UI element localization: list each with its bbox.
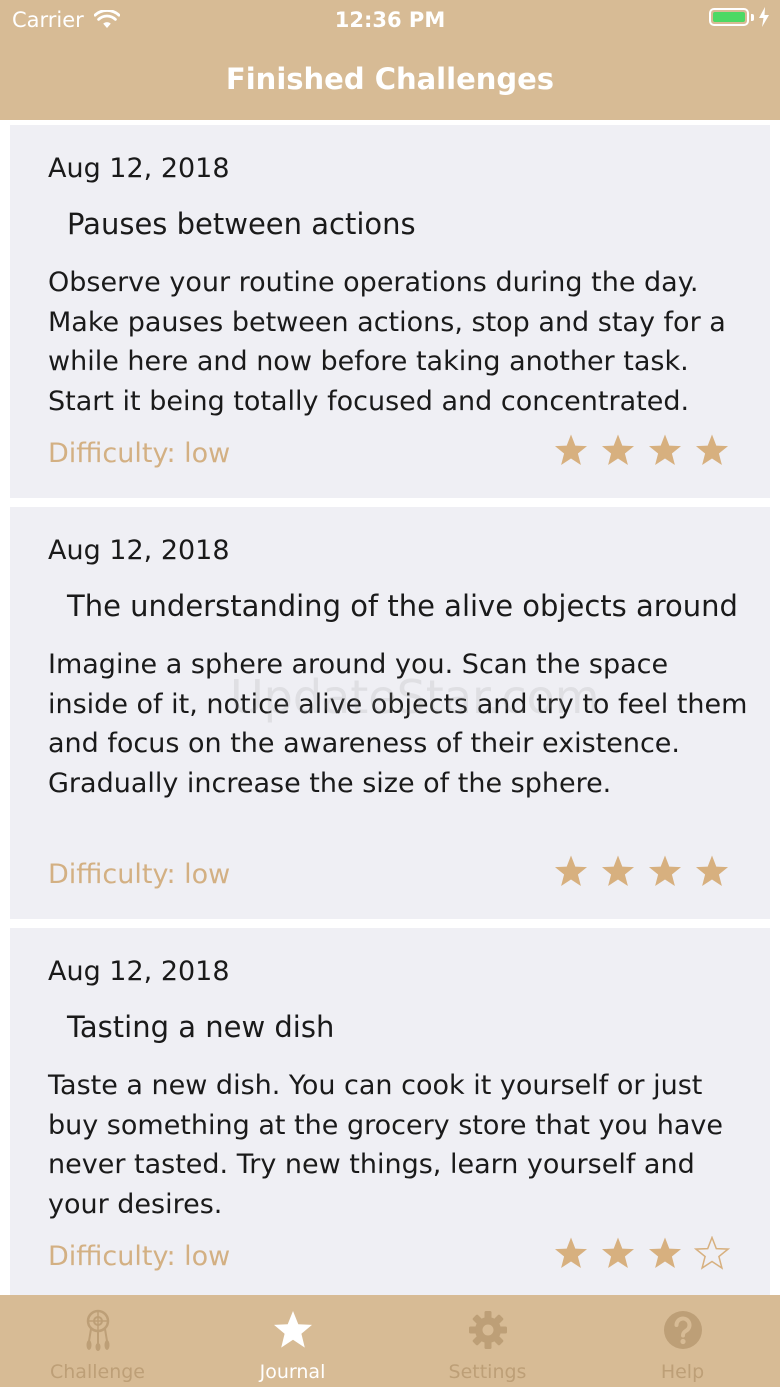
challenge-description: Imagine a sphere around you. Scan the sp… [48, 649, 748, 799]
star-filled-icon [602, 1237, 634, 1268]
page-title: Finished Challenges [225, 62, 555, 96]
star-filled-icon [602, 855, 634, 886]
tab-settings[interactable]: Settings [390, 1295, 585, 1387]
charging-bolt-icon [759, 7, 769, 27]
challenge-difficulty: Difficulty: low [48, 859, 231, 890]
tab-label: Settings [448, 1361, 527, 1383]
challenge-rating [542, 854, 730, 890]
star-filled-icon [602, 434, 634, 465]
challenge-description: Taste a new dish. You can cook it yourse… [48, 1070, 723, 1220]
challenge-card[interactable]: Aug 12, 2018 Pauses between actions Obse… [10, 125, 770, 498]
challenge-title: The understanding of the alive objects a… [67, 589, 738, 623]
help-icon [664, 1311, 702, 1349]
tab-label: Challenge [50, 1361, 145, 1383]
challenge-date: Aug 12, 2018 [48, 956, 230, 987]
challenge-date: Aug 12, 2018 [48, 153, 230, 184]
challenge-title: Tasting a new dish [67, 1010, 335, 1044]
battery-icon [709, 8, 749, 26]
battery-indicator [709, 7, 770, 27]
status-bar: Carrier 12:36 PM [0, 0, 780, 40]
tab-journal[interactable]: Journal [195, 1295, 390, 1387]
star-filled-icon [649, 1237, 681, 1268]
tab-label: Help [660, 1361, 705, 1383]
star-filled-icon [555, 434, 587, 465]
tab-label: Journal [259, 1361, 326, 1383]
battery-fill [713, 12, 745, 22]
challenge-date: Aug 12, 2018 [48, 535, 230, 566]
header: Carrier 12:36 PM Finished Challenges [0, 0, 780, 120]
tab-bar: Challenge Journal Settings Help [0, 1295, 780, 1387]
star-filled-icon [555, 1237, 587, 1268]
star-filled-icon [696, 434, 728, 465]
star-filled-icon [555, 855, 587, 886]
challenge-title: Pauses between actions [67, 207, 416, 241]
star-icon [274, 1311, 312, 1348]
challenge-description: Observe your routine operations during t… [48, 267, 726, 417]
challenge-rating [542, 1236, 730, 1272]
challenge-card[interactable]: Aug 12, 2018 Tasting a new dish Taste a … [10, 928, 770, 1295]
star-filled-icon [696, 855, 728, 886]
challenge-rating [542, 433, 730, 469]
tab-help[interactable]: Help [585, 1295, 780, 1387]
star-empty-icon [694, 1236, 730, 1270]
challenge-difficulty: Difficulty: low [48, 1241, 231, 1272]
tab-challenge[interactable]: Challenge [0, 1295, 195, 1387]
dreamcatcher-icon [86, 1309, 110, 1351]
battery-nub [751, 13, 754, 21]
star-filled-icon [649, 434, 681, 465]
status-time: 12:36 PM [334, 8, 446, 32]
challenge-difficulty: Difficulty: low [48, 438, 231, 469]
watermark: UpdateStar.com [230, 670, 600, 724]
challenge-list[interactable]: Aug 12, 2018 Pauses between actions Obse… [0, 120, 780, 1295]
star-filled-icon [649, 855, 681, 886]
gear-icon [469, 1311, 507, 1349]
